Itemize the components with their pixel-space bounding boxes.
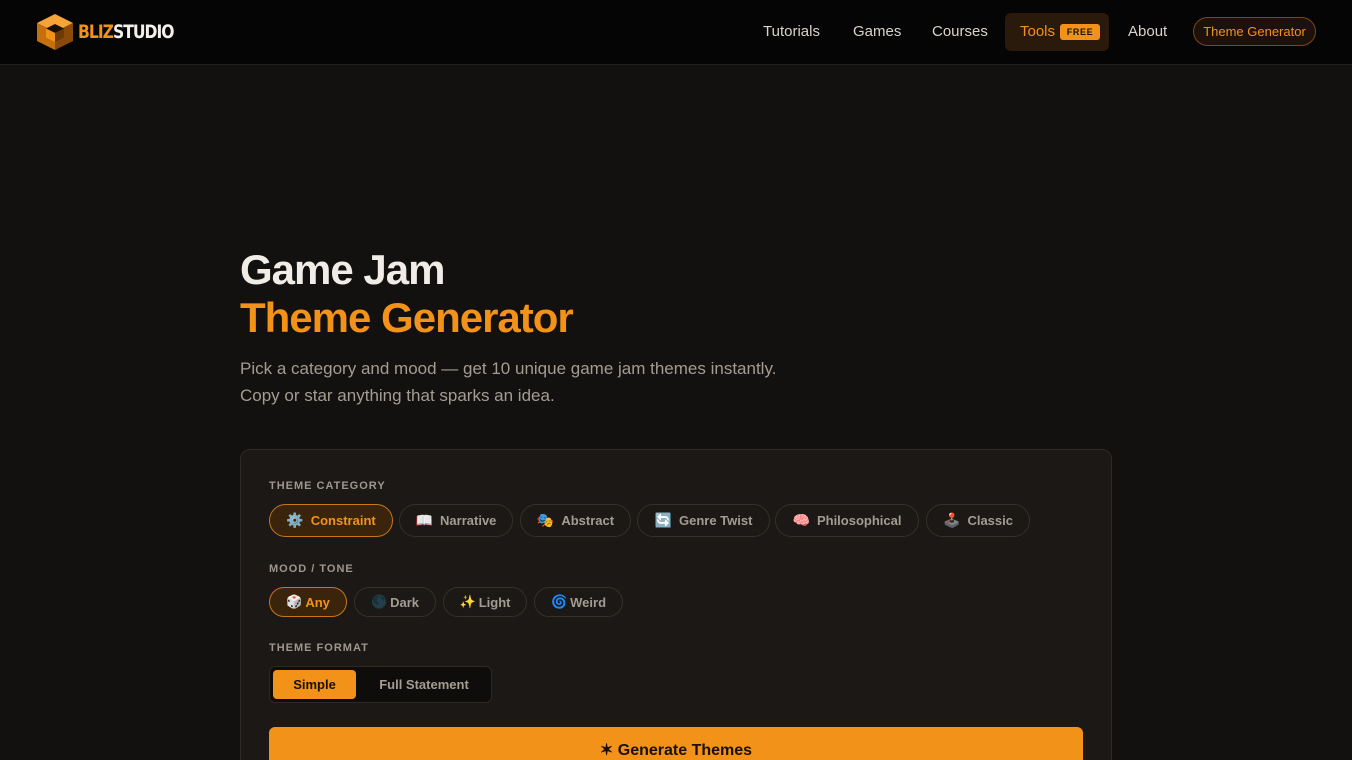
page-title-line1: Game Jam	[240, 246, 445, 293]
category-section-label: THEME CATEGORY	[269, 480, 386, 492]
mood-chip-label: Weird	[570, 594, 607, 610]
dice-icon: 🎲	[286, 594, 303, 609]
logo-wordmark-studio: STUDIO	[112, 21, 175, 43]
mood-chip-light[interactable]: ✨ Light	[443, 587, 527, 617]
category-chip-narrative[interactable]: 📖 Narrative	[399, 504, 513, 537]
sparkles-icon: ✨	[459, 594, 476, 609]
mood-chip-label: Dark	[390, 594, 420, 610]
format-option-full-statement[interactable]: Full Statement	[362, 670, 486, 699]
category-chip-label: Narrative	[440, 513, 497, 528]
logo-wordmark-bliz: BLIZ	[78, 21, 114, 43]
nav-link-games[interactable]: Games	[853, 13, 901, 51]
generate-themes-button[interactable]: ✶ Generate Themes	[269, 727, 1083, 760]
category-chip-label: Abstract	[561, 513, 615, 528]
free-badge: FREE	[1060, 24, 1100, 40]
masks-icon: 🎭	[536, 512, 555, 528]
logo-wordmark: BLIZSTUDIO	[78, 21, 175, 43]
mood-section-label: MOOD / TONE	[269, 563, 354, 575]
mood-chip-label: Light	[478, 594, 511, 610]
mood-chip-dark[interactable]: 🌑 Dark	[354, 587, 436, 617]
category-chip-genre-twist[interactable]: 🔄 Genre Twist	[637, 504, 770, 537]
category-chip-philosophical[interactable]: 🧠 Philosophical	[775, 504, 919, 537]
cycle-icon: 🔄	[654, 512, 672, 528]
spiral-icon: 🌀	[550, 594, 568, 609]
bliz-studio-logo[interactable]: BLIZSTUDIO	[35, 13, 195, 51]
mood-chip-any[interactable]: 🎲 Any	[269, 587, 347, 617]
generator-panel: THEME CATEGORY ⚙️ Constraint 📖 Narrative 🎭…	[240, 449, 1112, 760]
subtitle-line1: Pick a category and mood — get 10 unique…	[240, 359, 777, 378]
category-chip-constraint[interactable]: ⚙️ Constraint	[269, 504, 393, 537]
page-title-line2: Theme Generator	[240, 294, 574, 341]
format-option-simple[interactable]: Simple	[273, 670, 356, 699]
top-nav: BLIZSTUDIO Tutorials Games Courses Tools…	[0, 0, 1352, 65]
mood-chip-label: Any	[305, 594, 330, 610]
category-chip-label: Constraint	[310, 513, 376, 528]
gear-icon: ⚙️	[286, 512, 304, 528]
category-chip-classic[interactable]: 🕹️ Classic	[926, 504, 1030, 537]
mood-chip-weird[interactable]: 🌀 Weird	[534, 587, 623, 617]
joystick-icon: 🕹️	[943, 512, 961, 528]
theme-format-toggle: Simple Full Statement	[269, 666, 492, 703]
theme-generator-cta[interactable]: Theme Generator	[1193, 17, 1316, 46]
category-chip-abstract[interactable]: 🎭 Abstract	[520, 504, 631, 537]
nav-link-tools[interactable]: Tools FREE	[1005, 13, 1109, 51]
category-chip-label: Genre Twist	[678, 513, 753, 528]
subtitle-line2: Copy or star anything that sparks an ide…	[240, 386, 555, 405]
category-chip-label: Classic	[967, 513, 1013, 528]
format-section-label: THEME FORMAT	[269, 642, 369, 654]
new-moon-icon: 🌑	[370, 594, 388, 609]
nav-tools-label: Tools	[1020, 23, 1056, 40]
cube-logo-icon	[37, 14, 73, 50]
nav-link-about[interactable]: About	[1128, 13, 1167, 51]
nav-link-courses[interactable]: Courses	[932, 13, 988, 51]
nav-link-tutorials[interactable]: Tutorials	[763, 13, 820, 51]
book-icon: 📖	[415, 512, 434, 528]
brain-icon: 🧠	[792, 512, 810, 528]
category-chip-label: Philosophical	[816, 513, 902, 528]
